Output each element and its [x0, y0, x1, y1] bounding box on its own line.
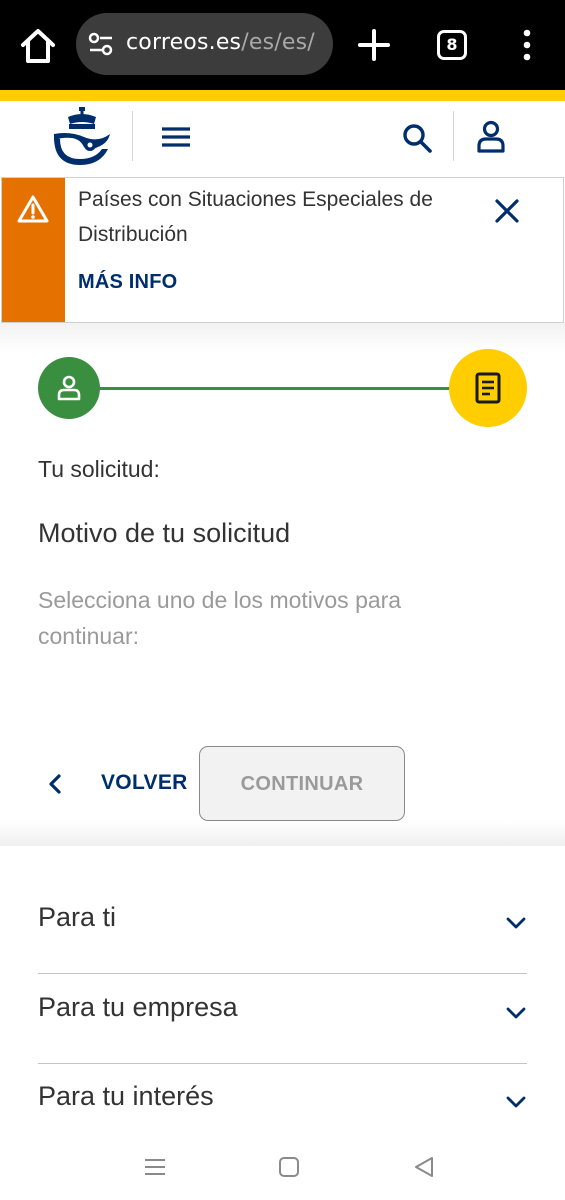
- header-divider: [132, 111, 133, 161]
- search-icon[interactable]: [400, 121, 434, 155]
- more-info-link[interactable]: MÁS INFO: [78, 271, 177, 294]
- url-domain: correos.es: [126, 30, 242, 55]
- instruction-text: Selecciona uno de los motivos para conti…: [38, 587, 402, 649]
- recent-apps-icon[interactable]: [142, 1154, 168, 1180]
- browser-toolbar: correos.es/es/es/ 8: [0, 0, 565, 90]
- tab-switcher-button[interactable]: 8: [437, 30, 467, 60]
- section-label: Tu solicitud:: [38, 456, 160, 482]
- page-title: Motivo de tu solicitud: [38, 518, 291, 548]
- alert-message: Países con Situaciones Especiales de Dis…: [78, 188, 433, 246]
- chevron-left-icon: [44, 772, 66, 796]
- accordion-label: Para ti: [38, 902, 117, 932]
- alert-banner: Países con Situaciones Especiales de Dis…: [1, 177, 564, 323]
- correos-logo[interactable]: [50, 107, 114, 169]
- section-shadow: [0, 323, 565, 353]
- document-icon: [474, 371, 502, 410]
- close-icon[interactable]: [492, 196, 522, 226]
- warning-icon: [16, 194, 50, 224]
- chevron-down-icon: [505, 1091, 527, 1113]
- home-button-icon[interactable]: [276, 1154, 302, 1180]
- continue-button[interactable]: CONTINUAR: [199, 746, 405, 821]
- footer-shadow: [0, 822, 565, 846]
- step-personal-data: [38, 357, 100, 419]
- footer-accordion-para-tu-empresa[interactable]: Para tu empresa: [38, 974, 527, 1063]
- url-path: /es/es/: [241, 30, 315, 55]
- stepper-progress-line: [98, 387, 452, 390]
- user-account-icon[interactable]: [474, 119, 508, 155]
- step-request: [449, 349, 527, 427]
- chevron-down-icon: [505, 912, 527, 934]
- footer-accordion-para-ti[interactable]: Para ti: [38, 884, 527, 973]
- home-icon[interactable]: [18, 26, 58, 66]
- url-text: correos.es/es/es/: [126, 30, 315, 55]
- hamburger-menu-icon[interactable]: [158, 121, 194, 153]
- chevron-down-icon: [505, 1002, 527, 1024]
- user-icon: [56, 374, 82, 407]
- brand-strip: [0, 90, 565, 101]
- back-button-label: VOLVER: [101, 771, 188, 794]
- accordion-label: Para tu empresa: [38, 992, 238, 1022]
- accordion-label: Para tu interés: [38, 1081, 214, 1111]
- footer-accordion-para-tu-interes[interactable]: Para tu interés: [38, 1063, 527, 1152]
- site-settings-icon[interactable]: [88, 32, 114, 56]
- alert-side-bar: [2, 178, 65, 322]
- more-options-icon[interactable]: [515, 28, 539, 62]
- back-button[interactable]: VOLVER: [38, 762, 198, 806]
- site-header: [0, 101, 565, 176]
- new-tab-icon[interactable]: [355, 26, 393, 64]
- header-divider: [453, 111, 454, 161]
- back-triangle-icon[interactable]: [411, 1154, 437, 1180]
- address-bar[interactable]: correos.es/es/es/: [76, 13, 333, 75]
- system-navigation-bar: [0, 1142, 565, 1200]
